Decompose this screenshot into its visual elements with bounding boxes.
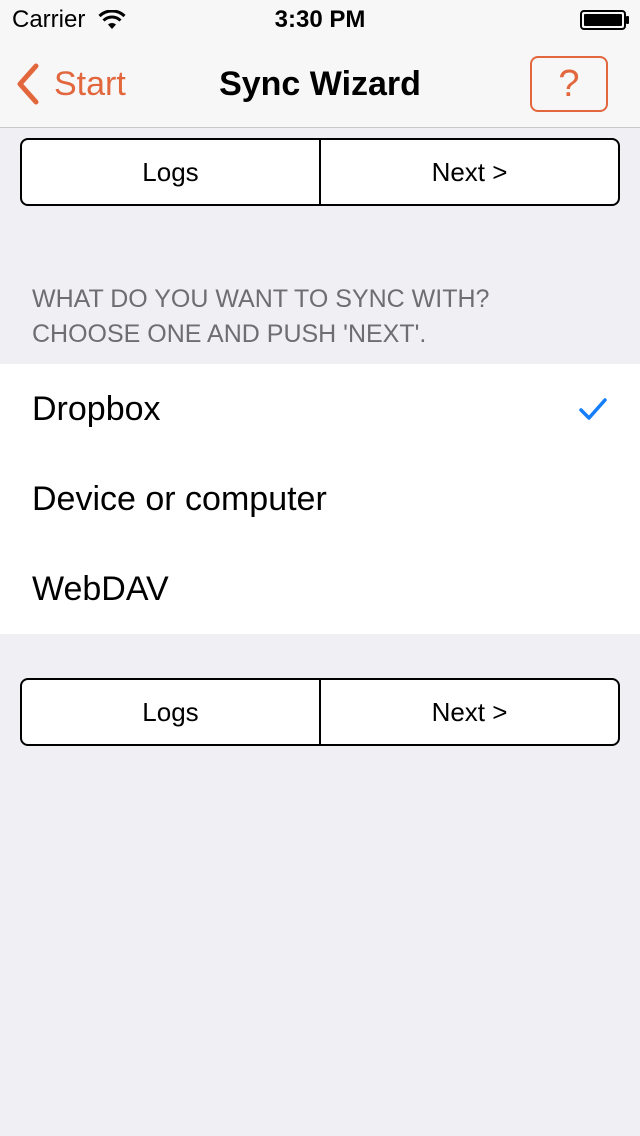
- bottom-action-bar: Logs Next >: [20, 678, 620, 746]
- navigation-bar: Start Sync Wizard ?: [0, 40, 640, 128]
- logs-button-top[interactable]: Logs: [22, 140, 319, 204]
- section-header-line-2: CHOOSE ONE AND PUSH 'NEXT'.: [32, 320, 427, 348]
- battery-icon: [580, 10, 629, 30]
- checkmark-icon: [579, 398, 607, 420]
- section-header: WHAT DO YOU WANT TO SYNC WITH? CHOOSE ON…: [32, 282, 612, 352]
- status-time: 3:30 PM: [274, 6, 366, 33]
- option-label: Dropbox: [32, 390, 161, 428]
- next-button-bottom[interactable]: Next >: [319, 680, 618, 744]
- status-bar: Carrier 3:30 PM: [0, 0, 640, 40]
- help-button[interactable]: ?: [530, 56, 608, 112]
- section-header-line-1: WHAT DO YOU WANT TO SYNC WITH?: [32, 285, 490, 313]
- logs-button-bottom[interactable]: Logs: [22, 680, 319, 744]
- option-webdav[interactable]: WebDAV: [0, 544, 640, 634]
- top-action-bar: Logs Next >: [20, 138, 620, 206]
- option-label: Device or computer: [32, 480, 327, 518]
- question-mark-icon: ?: [558, 63, 580, 105]
- option-label: WebDAV: [32, 570, 169, 608]
- sync-options-list: Dropbox Device or computer WebDAV: [0, 364, 640, 634]
- next-button-top[interactable]: Next >: [319, 140, 618, 204]
- option-dropbox[interactable]: Dropbox: [0, 364, 640, 454]
- option-device-or-computer[interactable]: Device or computer: [0, 454, 640, 544]
